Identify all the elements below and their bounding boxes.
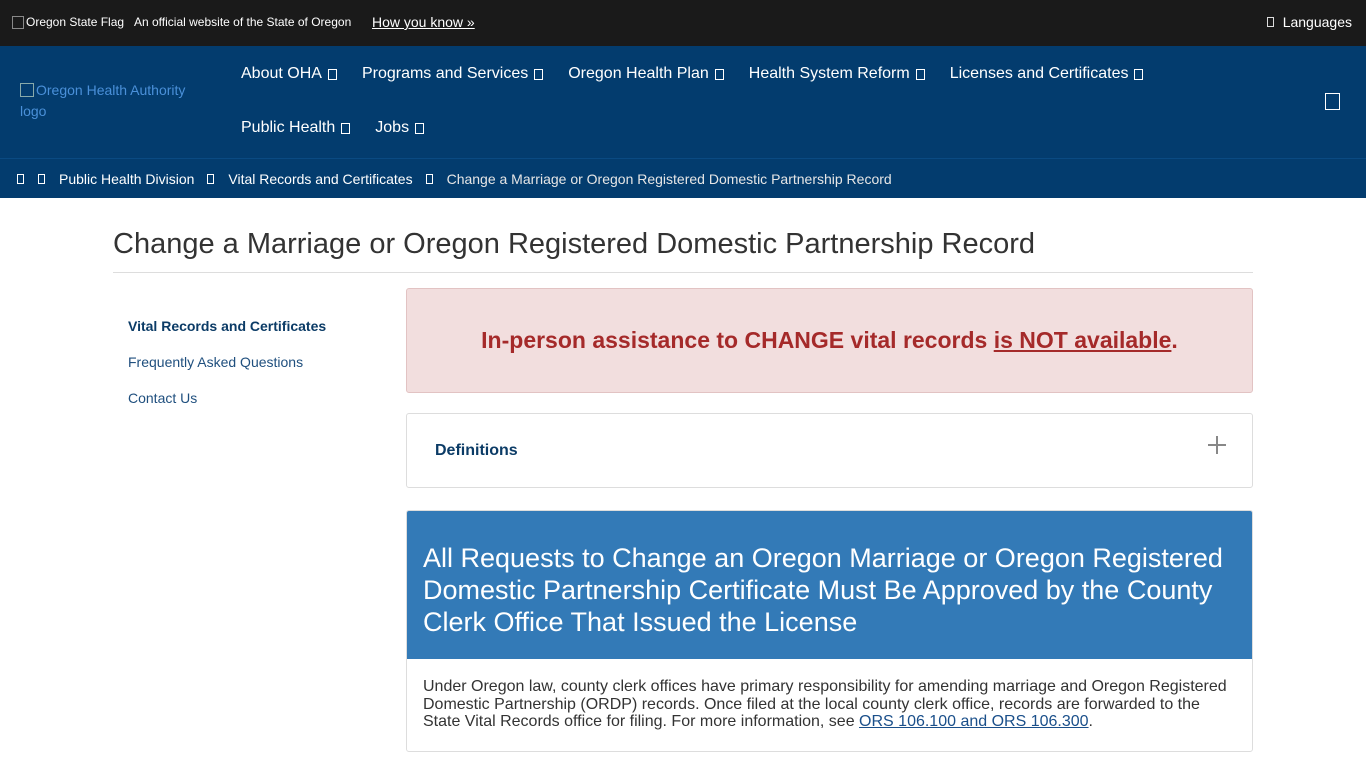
oregon-flag-image: Oregon State Flag xyxy=(12,15,124,29)
broken-image-icon xyxy=(12,15,24,29)
how-you-know-link[interactable]: How you know » xyxy=(372,14,475,30)
oha-logo[interactable]: Oregon Health Authority logo xyxy=(20,80,210,122)
nav-item-jobs[interactable]: Jobs xyxy=(375,119,425,137)
official-site-text: An official website of the State of Oreg… xyxy=(134,15,352,29)
home-icon[interactable] xyxy=(17,173,24,184)
nav-item-label: Health System Reform xyxy=(748,65,910,82)
breadcrumb-separator-icon xyxy=(207,173,215,184)
nav-item-programs-and-services[interactable]: Programs and Services xyxy=(361,65,544,83)
breadcrumb-separator-icon xyxy=(425,173,433,184)
breadcrumb-separator-icon xyxy=(38,173,45,184)
chevron-down-icon xyxy=(327,68,337,80)
nav-item-label: Public Health xyxy=(241,119,336,136)
search-toggle-icon[interactable] xyxy=(1325,93,1340,110)
globe-icon xyxy=(1266,17,1274,27)
change-request-panel: All Requests to Change an Oregon Marriag… xyxy=(406,510,1253,752)
nav-item-health-system-reform[interactable]: Health System Reform xyxy=(749,65,925,83)
main-navigation: Oregon Health Authority logo About OHA P… xyxy=(0,46,1366,158)
chevron-down-icon xyxy=(415,122,425,134)
nav-item-label: About OHA xyxy=(241,65,322,82)
nav-item-licenses-and-certificates[interactable]: Licenses and Certificates xyxy=(950,65,1144,83)
nav-item-about-oha[interactable]: About OHA xyxy=(241,65,337,83)
breadcrumb-public-health-division[interactable]: Public Health Division xyxy=(59,171,194,187)
alert-not-available-text: is NOT available xyxy=(993,327,1172,353)
page-title: Change a Marriage or Oregon Registered D… xyxy=(113,228,1035,260)
nav-menu-row-1: About OHA Programs and Services Oregon H… xyxy=(241,65,1168,83)
breadcrumb-vital-records[interactable]: Vital Records and Certificates xyxy=(228,171,412,187)
languages-label: Languages xyxy=(1282,14,1352,30)
nav-item-label: Jobs xyxy=(375,119,410,136)
definitions-label: Definitions xyxy=(435,442,518,459)
breadcrumb: Public Health Division Vital Records and… xyxy=(0,158,1366,198)
breadcrumb-current-page: Change a Marriage or Oregon Registered D… xyxy=(446,170,892,187)
nav-item-label: Licenses and Certificates xyxy=(949,65,1129,82)
chevron-down-icon xyxy=(1134,68,1144,80)
definitions-accordion[interactable]: Definitions xyxy=(406,413,1253,488)
panel-heading: All Requests to Change an Oregon Marriag… xyxy=(407,511,1252,659)
alert-text-start: In-person assistance to CHANGE vital rec… xyxy=(481,327,994,353)
nav-item-public-health[interactable]: Public Health xyxy=(241,119,351,137)
languages-button[interactable]: Languages xyxy=(1266,14,1352,30)
in-person-assistance-alert: In-person assistance to CHANGE vital rec… xyxy=(406,288,1253,393)
sidebar-item-contact-us[interactable]: Contact Us xyxy=(128,390,378,426)
title-divider xyxy=(113,272,1253,273)
nav-item-label: Oregon Health Plan xyxy=(568,65,709,82)
alert-text: In-person assistance to CHANGE vital rec… xyxy=(481,327,1178,354)
logo-alt-text: Oregon Health Authority logo xyxy=(20,82,186,119)
chevron-down-icon xyxy=(534,68,544,80)
ors-link[interactable]: ORS 106.100 and ORS 106.300 xyxy=(859,713,1089,730)
broken-image-icon xyxy=(20,83,34,97)
panel-body: Under Oregon law, county clerk offices h… xyxy=(407,659,1252,731)
chevron-down-icon xyxy=(915,68,925,80)
chevron-down-icon xyxy=(341,122,351,134)
alert-text-end: . xyxy=(1171,327,1178,353)
official-site-banner: Oregon State Flag An official website of… xyxy=(0,0,1366,46)
sidebar-item-faq[interactable]: Frequently Asked Questions xyxy=(128,354,378,390)
nav-item-oregon-health-plan[interactable]: Oregon Health Plan xyxy=(568,65,724,83)
panel-body-end: . xyxy=(1088,713,1093,730)
flag-alt-text: Oregon State Flag xyxy=(26,15,125,29)
plus-icon[interactable] xyxy=(1208,436,1226,454)
nav-item-label: Programs and Services xyxy=(361,65,529,82)
nav-menu-row-2: Public Health Jobs xyxy=(241,119,449,137)
chevron-down-icon xyxy=(714,68,724,80)
sidebar-item-vital-records[interactable]: Vital Records and Certificates xyxy=(128,318,378,354)
panel-body-text: Under Oregon law, county clerk offices h… xyxy=(423,678,1227,730)
section-sidebar: Vital Records and Certificates Frequentl… xyxy=(128,318,378,426)
